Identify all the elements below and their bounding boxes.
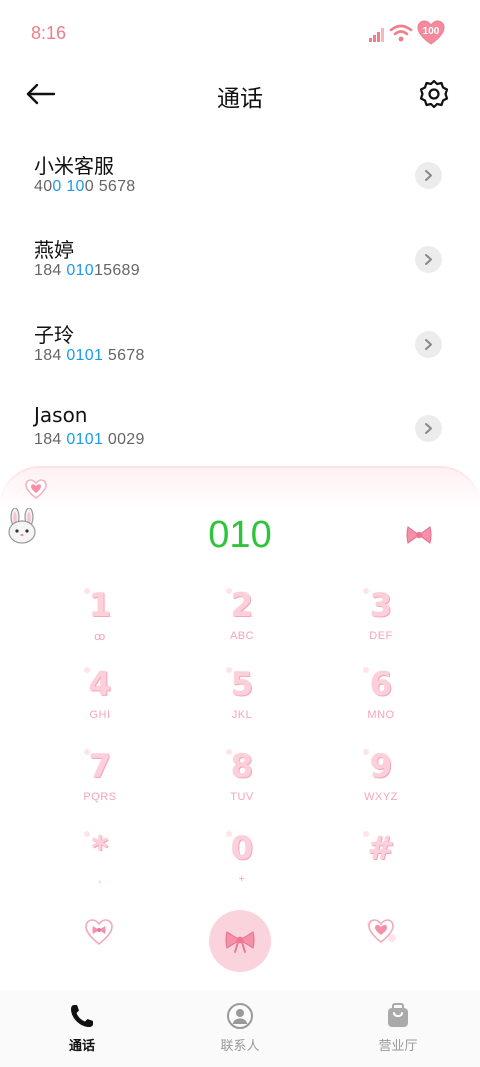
chevron-right-icon [425,254,432,265]
contact-name: 燕婷 [34,238,74,262]
chevron-right-icon [425,423,432,434]
contact-detail-button[interactable] [415,246,442,273]
heart-decoration-icon [25,479,47,500]
header: 通话 [0,64,480,124]
chevron-right-icon [425,339,432,350]
nav-tab-contacts[interactable]: 联系人 [160,990,320,1067]
contact-person-icon [227,1003,253,1029]
dial-key-4[interactable]: 4 GHI [40,665,160,735]
status-time: 8:16 [31,23,67,43]
phone-icon [71,1005,93,1027]
gear-icon[interactable] [418,78,450,110]
contact-number: 184 0101 5678 [34,347,145,364]
wifi-icon [389,24,413,42]
contact-detail-button[interactable] [415,331,442,358]
dial-key-7[interactable]: 7 PQRS [40,747,160,817]
contact-name: 子玲 [34,323,74,347]
contact-row[interactable]: 小米客服 400 100 5678 [0,130,480,210]
cellular-signal-icon [369,28,384,42]
nav-tab-calls[interactable]: 通话 [2,990,162,1067]
contact-name: Jason [34,403,88,427]
contact-detail-button[interactable] [415,415,442,442]
bow-call-icon [225,931,255,953]
nav-tab-label: 联系人 [220,1039,260,1054]
dial-key-5[interactable]: 5 JKL [182,665,302,735]
shopping-bag-icon [388,1003,408,1027]
status-bar: 8:16 100 [0,0,480,64]
call-button[interactable] [209,910,271,972]
chevron-right-icon [425,170,432,181]
nav-tab-label: 营业厅 [378,1039,418,1054]
heart-menu-icon[interactable] [365,916,397,946]
battery-level: 100 [422,26,440,37]
contact-name: 小米客服 [34,154,114,178]
page-title: 通话 [217,86,263,112]
bottom-navigation: 通话 联系人 营业厅 [0,990,480,1067]
contact-number: 400 100 5678 [34,178,136,195]
contact-row[interactable]: Jason 184 0101 0029 [0,383,480,463]
heart-bow-icon[interactable] [84,918,114,946]
contact-number: 184 01015689 [34,262,140,279]
contact-row[interactable]: 燕婷 184 01015689 [0,214,480,294]
dial-key-8[interactable]: 8 TUV [182,747,302,817]
dialpad-action-row [0,888,480,972]
dial-key-6[interactable]: 6 MNO [321,665,441,735]
dial-key-3[interactable]: 3 DEF [321,586,441,656]
contact-detail-button[interactable] [415,162,442,189]
dial-key-9[interactable]: 9 WXYZ [321,747,441,817]
bow-delete-icon[interactable] [405,524,433,546]
contact-number: 184 0101 0029 [34,431,145,448]
contact-row[interactable]: 子玲 184 0101 5678 [0,299,480,379]
dial-key-1[interactable]: 1 ꝏ [40,586,160,656]
dial-key-2[interactable]: 2 ABC [182,586,302,656]
nav-tab-label: 通话 [68,1039,95,1054]
dialpad-panel: 010 1 ꝏ 2 ABC 3 DEF 4 GHI 5 JKL 6 MNO 7 [0,466,480,1006]
nav-tab-service-hall[interactable]: 营业厅 [318,990,478,1067]
